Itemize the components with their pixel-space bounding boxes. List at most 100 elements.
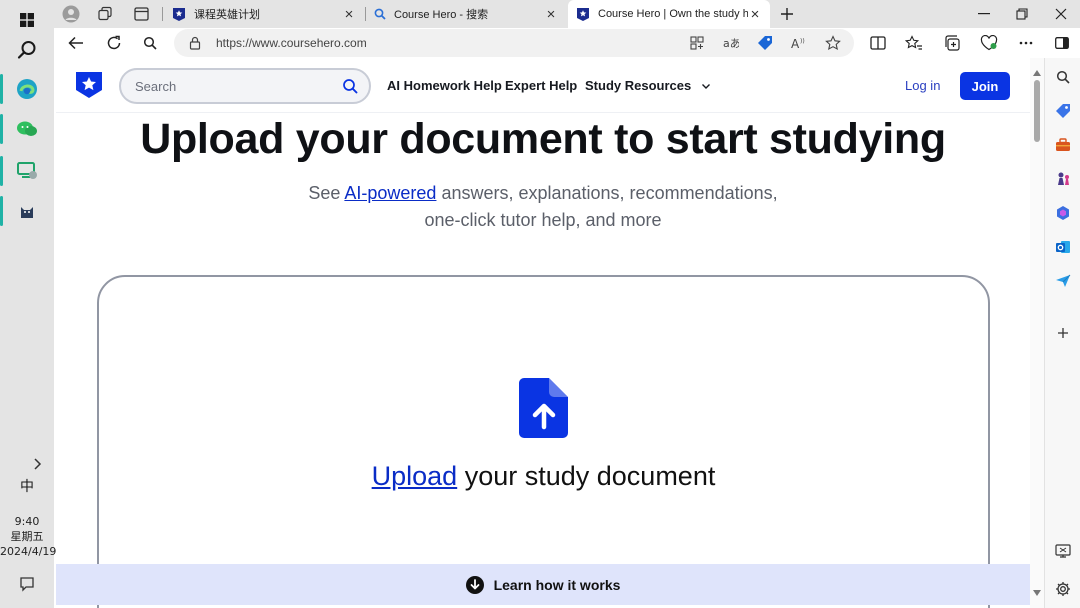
nav-study-resources[interactable]: Study Resources	[585, 78, 711, 93]
upload-dropzone[interactable]: Upload your study document	[97, 275, 990, 608]
sidebar-copilot-button[interactable]	[1049, 200, 1077, 226]
more-menu-button[interactable]	[1012, 30, 1040, 56]
taskbar-app-cat[interactable]	[0, 192, 54, 230]
profile-button[interactable]	[59, 3, 83, 25]
apps-icon[interactable]	[684, 31, 710, 55]
restore-button[interactable]	[1003, 0, 1041, 28]
upload-prompt-rest: your study document	[457, 461, 716, 491]
notification-button[interactable]	[0, 564, 54, 604]
clock[interactable]: 9:40 星期五 2024/4/19	[0, 514, 56, 559]
sidebar-drop-button[interactable]	[1049, 268, 1077, 294]
sidebar-games-button[interactable]	[1049, 166, 1077, 192]
minimize-button[interactable]	[965, 0, 1003, 28]
tab-course-plan[interactable]: 课程英雄计划 ×	[164, 0, 364, 28]
site-search-button[interactable]	[337, 73, 363, 99]
page-scrollbar[interactable]	[1030, 58, 1044, 608]
lock-icon[interactable]	[182, 31, 208, 55]
chevron-down-icon	[701, 84, 710, 90]
arrow-down-circle-icon	[465, 575, 484, 594]
hero-sub-prefix: See	[308, 183, 345, 203]
new-tab-button[interactable]	[775, 3, 799, 25]
sidebar-settings-button[interactable]	[1049, 576, 1077, 602]
tab-coursehero-active[interactable]: Course Hero | Own the study ho ×	[568, 0, 770, 28]
taskbar: 中 9:40 星期五 2024/4/19	[0, 0, 56, 608]
tab-title: 课程英雄计划	[194, 9, 260, 21]
collections-button[interactable]	[938, 30, 966, 56]
upload-link[interactable]: Upload	[372, 461, 458, 491]
search-button[interactable]	[136, 30, 164, 56]
sidebar-search-button[interactable]	[1049, 64, 1077, 90]
taskbar-search-button[interactable]	[0, 30, 54, 70]
svg-text:A: A	[791, 37, 800, 50]
scroll-thumb[interactable]	[1034, 80, 1040, 142]
ime-indicator[interactable]: 中	[0, 476, 54, 496]
collections-icon	[945, 35, 960, 51]
close-window-button[interactable]	[1042, 0, 1080, 28]
login-link[interactable]: Log in	[905, 78, 940, 93]
tab-actions-button[interactable]	[129, 3, 153, 25]
gear-icon	[1056, 582, 1070, 596]
hero-sub-line2: one-click tutor help, and more	[424, 210, 662, 230]
outlook-icon	[1056, 241, 1070, 253]
favorite-star-icon[interactable]	[820, 31, 846, 55]
site-header: Search AI Homework Help Expert Help Stud…	[56, 58, 1030, 113]
sidebar-tools-button[interactable]	[1049, 132, 1077, 158]
sidebar-add-button[interactable]	[1049, 320, 1077, 346]
svg-text:aあ: aあ	[723, 37, 739, 50]
wechat-icon	[17, 121, 37, 136]
sidebar-toggle-button[interactable]	[1048, 30, 1076, 56]
nav-expert-help[interactable]: Expert Help	[505, 78, 577, 93]
vertical-tabs-icon	[133, 7, 149, 21]
taskbar-app-wechat[interactable]	[0, 110, 54, 148]
close-icon[interactable]: ×	[544, 6, 558, 23]
scroll-down-icon	[1033, 590, 1041, 596]
edge-sidebar	[1044, 58, 1080, 608]
screenshot-icon	[1055, 544, 1071, 558]
remote-desktop-icon	[17, 162, 37, 179]
workspaces-icon	[98, 6, 112, 21]
read-aloud-icon[interactable]: A))	[786, 31, 812, 55]
svg-text:)): ))	[800, 38, 805, 45]
search-icon	[343, 79, 358, 94]
search-icon	[1056, 70, 1070, 84]
sidebar-outlook-button[interactable]	[1049, 234, 1077, 260]
coursehero-logo[interactable]	[75, 71, 103, 99]
join-button[interactable]: Join	[960, 72, 1010, 100]
windows-logo-icon	[20, 13, 34, 27]
workspaces-button[interactable]	[93, 3, 117, 25]
tab-bing-search[interactable]: Course Hero - 搜索 ×	[366, 0, 566, 28]
sidebar-screenshot-button[interactable]	[1049, 538, 1077, 564]
sidebar-shopping-button[interactable]	[1049, 98, 1077, 124]
close-icon[interactable]: ×	[748, 6, 762, 23]
favorites-button[interactable]	[900, 30, 928, 56]
browser-essentials-button[interactable]	[975, 30, 1003, 56]
hero-sub-rest: answers, explanations, recommendations,	[436, 183, 778, 203]
close-icon[interactable]: ×	[342, 6, 356, 23]
learn-how-it-works-banner[interactable]: Learn how it works	[56, 564, 1030, 605]
url-text[interactable]: https://www.coursehero.com	[216, 36, 367, 50]
refresh-icon	[107, 35, 121, 50]
back-button[interactable]	[62, 30, 90, 56]
taskbar-app-remote[interactable]	[0, 152, 54, 190]
split-screen-button[interactable]	[864, 30, 892, 56]
address-bar[interactable]: https://www.coursehero.com aあ A))	[174, 29, 854, 57]
hero-title: Upload your document to start studying	[140, 115, 946, 163]
translate-icon[interactable]: aあ	[718, 31, 744, 55]
coursehero-favicon-icon	[577, 8, 589, 21]
nav-ai-homework-help[interactable]: AI Homework Help	[387, 78, 502, 93]
site-search-field[interactable]: Search	[119, 68, 371, 104]
hero-subtitle: See AI-powered answers, explanations, re…	[256, 180, 830, 234]
upload-document-icon[interactable]	[519, 377, 569, 439]
microsoft-365-icon	[1057, 206, 1069, 220]
search-icon	[143, 36, 157, 50]
coupon-tag-icon[interactable]	[752, 31, 778, 55]
taskbar-app-edge[interactable]	[0, 70, 54, 108]
close-icon	[1055, 8, 1067, 20]
favorites-icon	[905, 35, 922, 50]
ai-powered-link[interactable]: AI-powered	[344, 183, 436, 203]
toolbox-icon	[1056, 138, 1070, 151]
chevron-right-icon	[34, 458, 42, 470]
more-dots-icon	[1019, 41, 1033, 45]
search-favicon-icon	[374, 8, 386, 20]
refresh-button[interactable]	[100, 30, 128, 56]
